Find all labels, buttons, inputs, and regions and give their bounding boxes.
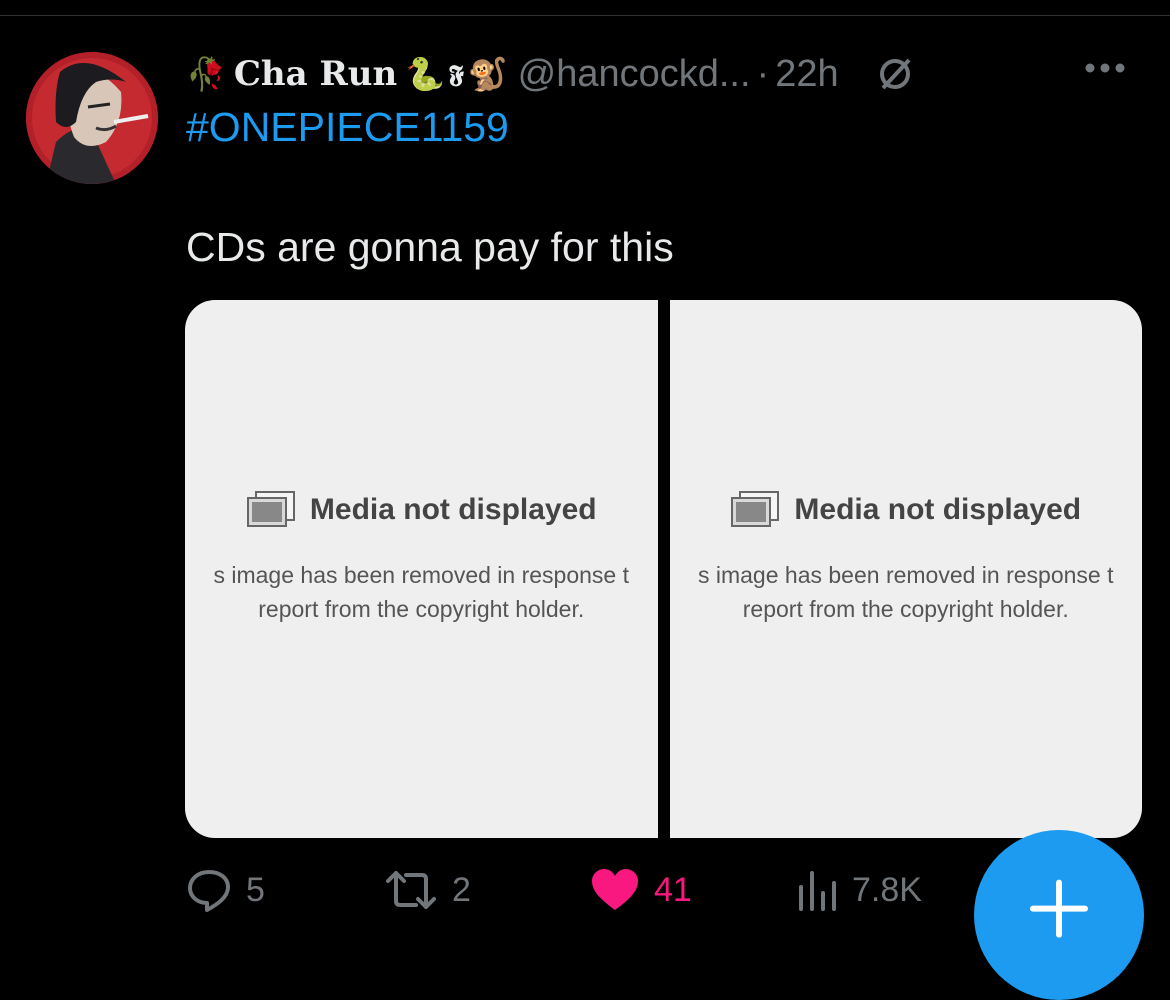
fraktur-f-glyph: 𝕱: [449, 59, 464, 88]
media-item[interactable]: Media not displayed s image has been rem…: [669, 300, 1143, 838]
media-title: Media not displayed: [309, 493, 597, 526]
display-name[interactable]: 🥀 Cha Run 🐍 𝕱 🐒: [186, 54, 508, 94]
avatar-image: [26, 52, 158, 184]
hashtag-link[interactable]: #ONEPIECE1159: [186, 104, 509, 151]
display-name-text: Cha Run: [233, 54, 398, 94]
handle[interactable]: @hancockd...: [518, 53, 751, 96]
media-title-row: Media not displayed: [670, 490, 1143, 530]
monkey-emoji: 🐒: [467, 55, 508, 93]
image-placeholder-icon: [731, 491, 780, 527]
tweet-text: CDs are gonna pay for this: [186, 224, 674, 270]
media-description-line: report from the copyright holder.: [258, 596, 585, 622]
more-icon[interactable]: [1084, 62, 1126, 74]
reply-icon: [188, 870, 230, 912]
views-button[interactable]: 7.8K: [796, 864, 922, 916]
rose-emoji: 🥀: [186, 55, 226, 93]
like-count: 41: [654, 870, 692, 909]
views-icon: [799, 871, 836, 911]
retweet-icon: [386, 871, 436, 909]
avatar[interactable]: [26, 52, 158, 184]
like-button[interactable]: 41: [590, 864, 692, 916]
media-description: s image has been removed in response t r…: [670, 558, 1143, 626]
media-title: Media not displayed: [794, 493, 1082, 526]
media-item[interactable]: Media not displayed s image has been rem…: [185, 300, 658, 838]
tweet-actions: 5 2 41 7.8K: [186, 864, 946, 924]
top-divider: [0, 15, 1170, 16]
views-count: 7.8K: [852, 870, 922, 909]
heart-icon: [592, 869, 638, 910]
media-title-row: Media not displayed: [185, 490, 658, 530]
snake-emoji: 🐍: [405, 55, 446, 93]
media-grid: Media not displayed s image has been rem…: [185, 300, 1142, 838]
media-description-line: s image has been removed in response t: [213, 562, 630, 588]
reply-button[interactable]: 5: [186, 864, 265, 916]
separator-dot: ·: [756, 52, 770, 95]
media-description-line: s image has been removed in response t: [697, 562, 1114, 588]
media-description: s image has been removed in response t r…: [185, 558, 658, 626]
retweet-count: 2: [452, 870, 471, 909]
tweet-header: 🥀 Cha Run 🐍 𝕱 🐒 @hancockd... · 22h: [186, 48, 1140, 100]
timestamp[interactable]: 22h: [775, 53, 838, 96]
compose-button[interactable]: [974, 830, 1144, 1000]
null-icon: [879, 58, 911, 90]
retweet-button[interactable]: 2: [384, 864, 471, 916]
reply-count: 5: [246, 870, 265, 909]
media-description-line: report from the copyright holder.: [742, 596, 1069, 622]
image-placeholder-icon: [246, 491, 295, 527]
plus-icon: [1030, 879, 1088, 938]
